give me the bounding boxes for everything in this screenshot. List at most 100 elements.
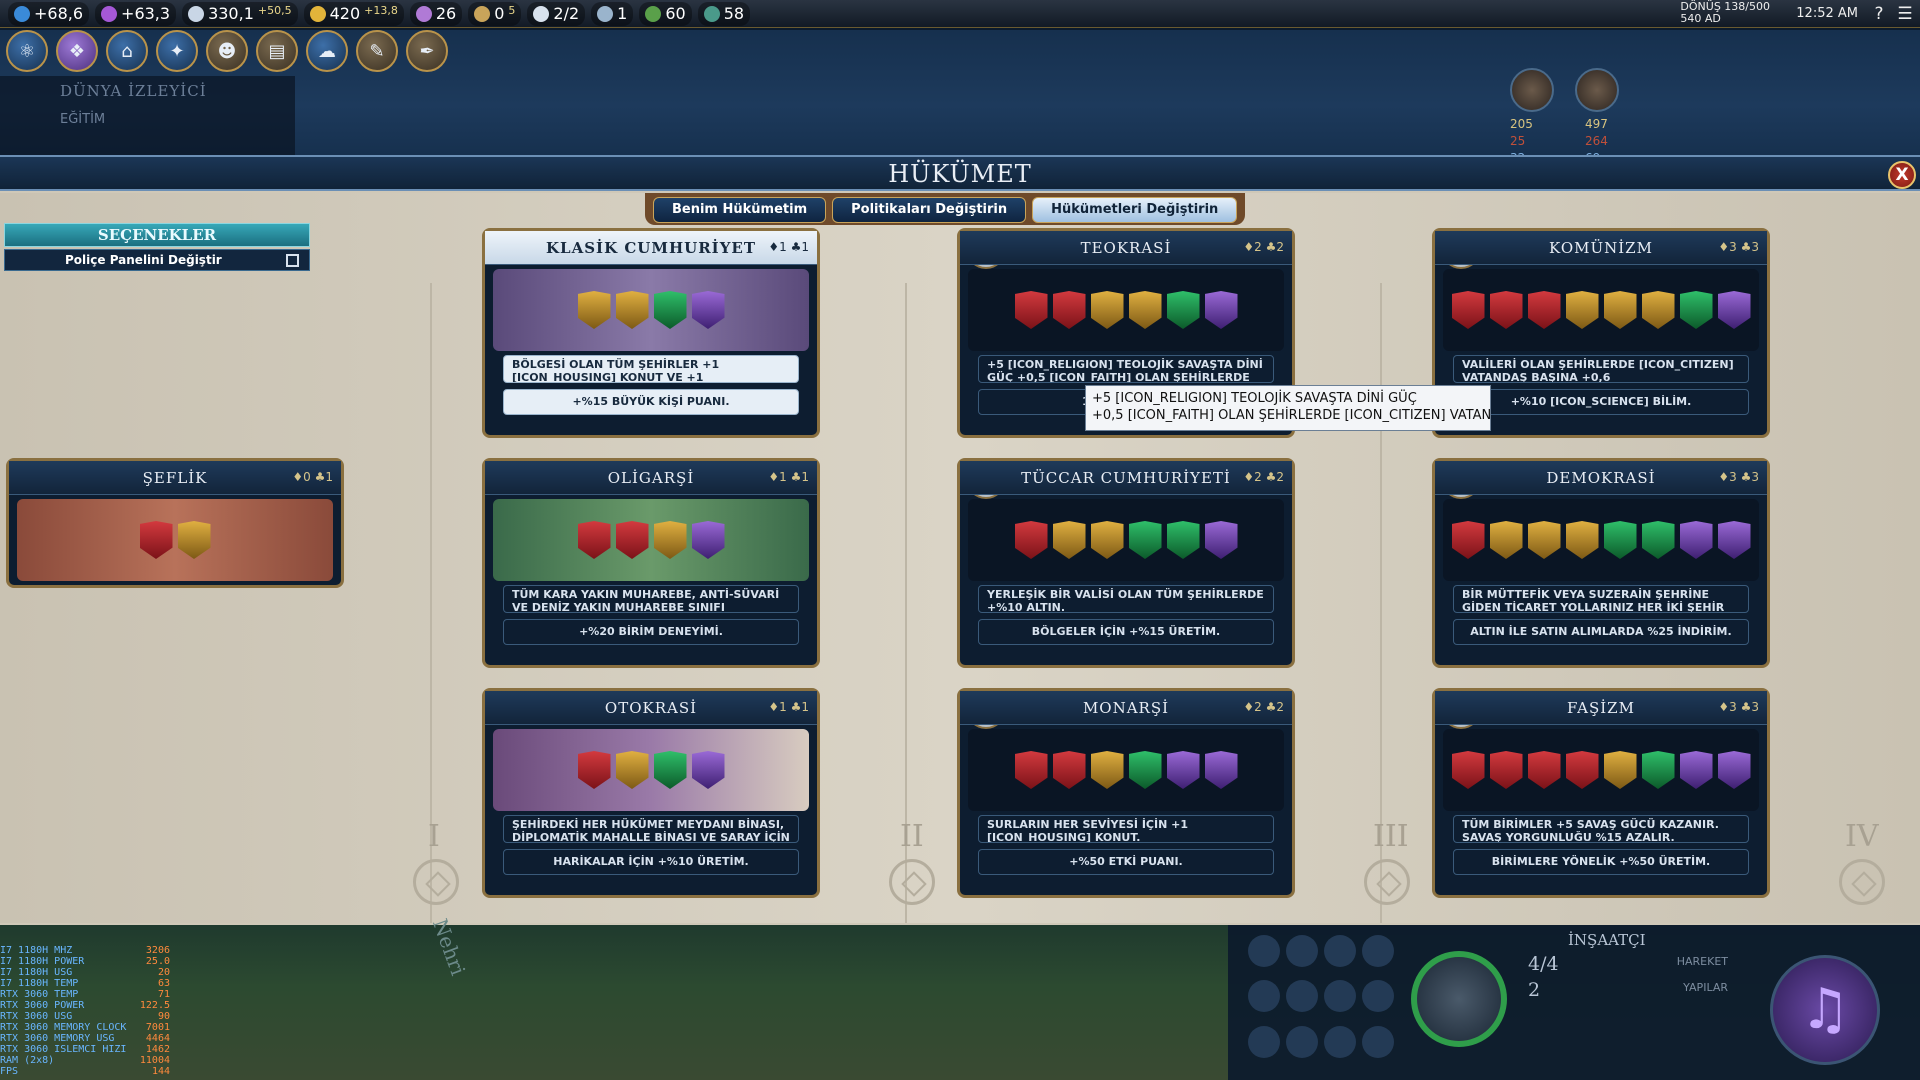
card-bonus-text: +5 [ICON_RELIGION] TEOLOJİK SAVAŞTA DİNİ…: [978, 355, 1274, 383]
action-icon[interactable]: [1324, 935, 1356, 967]
action-icon[interactable]: [1248, 935, 1280, 967]
card-slots-count: ♦2 ♣2: [1243, 700, 1284, 714]
action-icon[interactable]: [1248, 980, 1280, 1013]
science-yield[interactable]: +68,6: [8, 1, 90, 26]
rival-leader-portrait[interactable]: [1510, 68, 1554, 112]
government-card-classical-republic[interactable]: KLASİK CUMHURİYET ♦1 ♣1 BÖLGESİ OLAN TÜM …: [482, 228, 820, 438]
action-icon[interactable]: [1286, 980, 1318, 1013]
faith-yield[interactable]: 330,1 +50,5: [182, 1, 298, 26]
great-people-icon[interactable]: ☻: [206, 30, 248, 72]
action-icon[interactable]: [1362, 980, 1394, 1013]
unit-actions: [1248, 935, 1398, 1065]
rival-leader-portrait[interactable]: [1575, 68, 1619, 112]
envoys[interactable]: 1: [591, 1, 634, 26]
tourism-value: 26: [435, 4, 457, 23]
economic-slot: [1489, 521, 1523, 559]
card-bonus-text: TÜM BİRİMLER +5 SAVAŞ GÜCÜ KAZANIR. SAVA…: [1453, 815, 1749, 843]
economic-slot: [653, 521, 687, 559]
card-name: MONARŞİ: [1082, 699, 1170, 717]
government-card-autocracy[interactable]: OTOKRASİ ♦1 ♣1 ŞEHİRDEKİ HER HÜKÜMET MEYD…: [482, 688, 820, 898]
civics-tree-icon[interactable]: ❖: [56, 30, 98, 72]
envoys-value: 1: [617, 4, 628, 23]
military-slot: [1014, 751, 1048, 789]
tech-tree-icon[interactable]: ⚛: [6, 30, 48, 72]
performance-overlay: I7 1180H MHZ 3206 I7 1180H POWER 25.0 I7 118…: [0, 945, 180, 1080]
osd-label: RTX 3060 MEMORY CLOCK: [0, 1022, 127, 1033]
osd-value: 20: [157, 967, 170, 978]
government-icon[interactable]: ⌂: [106, 30, 148, 72]
government-card-democracy[interactable]: ✉ DEMOKRASİ♦3 ♣3 BİR MÜTTEFİK VEYA SUZER…: [1432, 458, 1770, 668]
government-card-chiefdom[interactable]: ŞEFLİK ♦0 ♣1: [6, 458, 344, 588]
slot-count: 0: [303, 470, 311, 484]
slot-count: 1: [801, 470, 809, 484]
slot-count: 2: [1276, 470, 1284, 484]
slot-count: 2: [1254, 240, 1262, 254]
government-card-oligarchy[interactable]: OLİGARŞİ ♦1 ♣1 TÜM KARA YAKIN MUHAREBE, A…: [482, 458, 820, 668]
world-tracker-item[interactable]: EĞİTİM: [60, 112, 105, 127]
government-card-merchant-republic[interactable]: ⚖ TÜCCAR CUMHURİYETİ♦2 ♣2 YERLEŞİK BİR V…: [957, 458, 1295, 668]
strategic-resource[interactable]: 60: [639, 1, 692, 26]
climate-icon[interactable]: ☁: [306, 30, 348, 72]
military-slot: [1451, 751, 1485, 789]
culture-yield[interactable]: +63,3: [95, 1, 177, 26]
tourism-yield[interactable]: 26: [409, 1, 463, 26]
military-slot: [139, 521, 173, 559]
era-score[interactable]: 05: [468, 1, 522, 26]
tab-change-policies[interactable]: Politikaları Değiştirin: [832, 197, 1027, 223]
action-icon[interactable]: [1362, 935, 1394, 967]
unit-portrait[interactable]: [1411, 951, 1507, 1047]
science-value: +68,6: [34, 4, 84, 23]
music-note-icon[interactable]: ♫: [1770, 955, 1880, 1065]
wildcard-slot: [1204, 291, 1238, 329]
card-legacy-text: +%10 [ICON_SCIENCE] BİLİM.: [1453, 389, 1749, 415]
military-slot: [1527, 751, 1561, 789]
history-icon[interactable]: ▤: [256, 30, 298, 72]
osd-value: 144: [151, 1066, 170, 1077]
card-legacy-text: BÖLGELER İÇİN +%15 ÜRETİM.: [978, 619, 1274, 645]
tab-my-government[interactable]: Benim Hükümetim: [653, 197, 827, 223]
osd-row: I7 1180H MHZ 3206: [0, 945, 170, 956]
action-icon[interactable]: [1362, 1025, 1394, 1058]
rival-stat: 264: [1585, 134, 1608, 148]
government-card-monarchy[interactable]: ♛ MONARŞİ♦2 ♣2 SURLARIN HER SEVİYESİ İÇİ…: [957, 688, 1295, 898]
card-name: ŞEFLİK: [142, 469, 208, 487]
close-icon[interactable]: X: [1888, 161, 1916, 189]
action-icon[interactable]: [1324, 980, 1356, 1013]
osd-value: 3206: [145, 945, 170, 956]
science-icon: [14, 5, 30, 22]
government-card-fascism[interactable]: ⚑ FAŞİZM♦3 ♣3 TÜM BİRİMLER +5 SAVAŞ GÜCÜ…: [1432, 688, 1770, 898]
policy-panel-checkbox[interactable]: [286, 254, 299, 267]
action-icon[interactable]: [1324, 1025, 1356, 1058]
diplomatic-slot: [653, 291, 687, 329]
osd-row: RTX 3060 TEMP 71: [0, 989, 170, 1000]
action-icon[interactable]: [1248, 1025, 1280, 1058]
economic-slot: [615, 291, 649, 329]
toggle-policy-panel-option[interactable]: Poliçe Panelini Değiştir: [4, 249, 310, 271]
slot-count: 3: [1751, 470, 1759, 484]
tab-change-governments[interactable]: Hükümetleri Değiştirin: [1032, 197, 1238, 223]
gold-value: 420: [329, 4, 361, 23]
military-slot: [1014, 291, 1048, 329]
help-button[interactable]: ?: [1868, 3, 1890, 25]
card-bonus-text: YERLEŞİK BİR VALİSİ OLAN TÜM ŞEHİRLERDE …: [978, 585, 1274, 613]
card-header: OTOKRASİ ♦1 ♣1: [485, 691, 817, 725]
wildcard-slot: [1204, 751, 1238, 789]
government-panel: HÜKÜMET X I II III IV Benim Hükümetim Po…: [0, 155, 1920, 925]
gold-yield[interactable]: 420 +13,8: [303, 1, 404, 26]
osd-value: 90: [157, 1011, 170, 1022]
trade-routes[interactable]: 2/2: [527, 1, 586, 26]
menu-button[interactable]: ☰: [1894, 3, 1916, 25]
economic-slot: [1052, 521, 1086, 559]
slot-count: 1: [779, 470, 787, 484]
strategic-resource[interactable]: 58: [697, 1, 751, 26]
espionage-icon[interactable]: ✒: [406, 30, 448, 72]
religion-icon[interactable]: ✦: [156, 30, 198, 72]
trade-icon[interactable]: ✎: [356, 30, 398, 72]
card-slots-count: ♦3 ♣3: [1718, 470, 1759, 484]
action-icon[interactable]: [1286, 1025, 1318, 1058]
tier-label: II: [900, 819, 924, 854]
slot-count: 1: [779, 240, 787, 254]
card-bonus-text: BÖLGESİ OLAN TÜM ŞEHİRLER +1 [ICON_HOUSI…: [503, 355, 799, 383]
action-icon[interactable]: [1286, 935, 1318, 967]
wildcard-slot: [1717, 521, 1751, 559]
